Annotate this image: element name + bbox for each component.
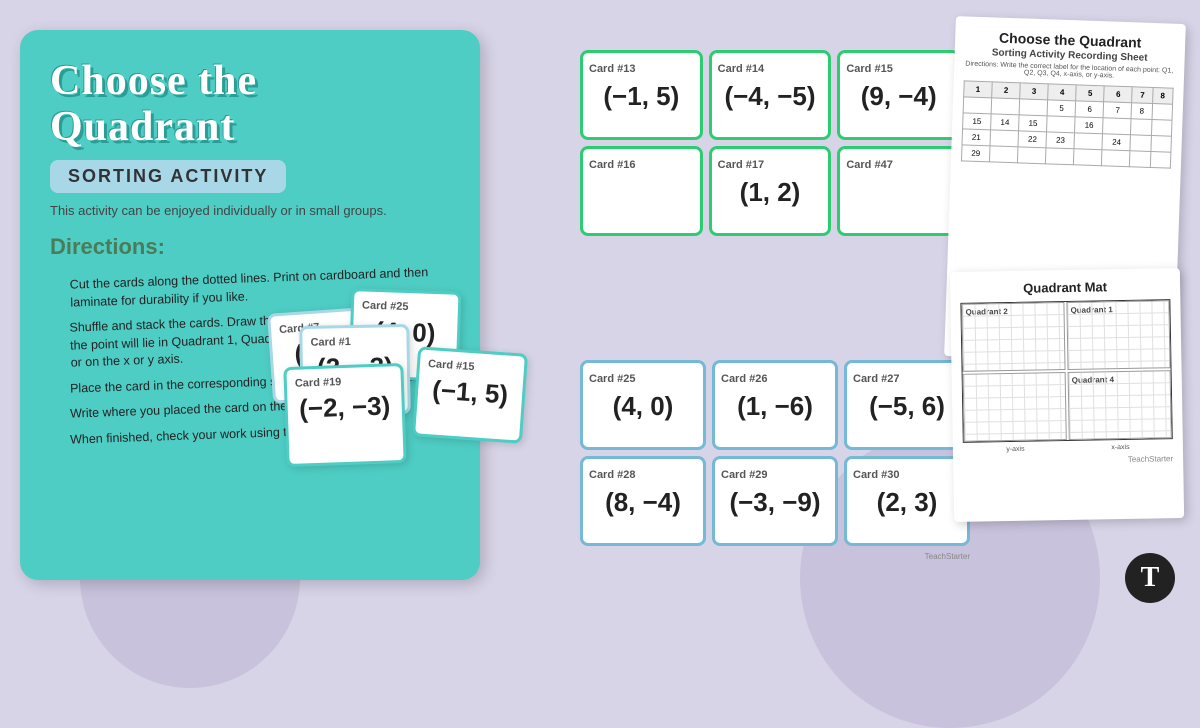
blue-cards-brand: TeachStarter — [580, 552, 970, 561]
qm-brand: TeachStarter — [963, 454, 1173, 467]
sort-card-15-value: (−1, 5) — [425, 374, 515, 411]
green-card-16-label: Card #16 — [589, 159, 635, 171]
sort-card-15-label: Card #15 — [428, 358, 475, 373]
qm-label-1: Quadrant 1 — [1070, 305, 1112, 315]
green-cards-area: Card #13 (−1, 5) Card #14 (−4, −5) Card … — [580, 50, 960, 242]
qm-quadrant-4: Quadrant 4 — [1068, 370, 1172, 440]
rs-col-7: 7 — [1132, 87, 1153, 104]
blue-card-30-value: (2, 3) — [877, 487, 938, 518]
teach-starter-logo: T — [1125, 553, 1175, 603]
rs-col-6: 6 — [1104, 86, 1133, 103]
sorting-badge-text: SORTING ACTIVITY — [68, 166, 268, 186]
green-card-47-label: Card #47 — [846, 159, 892, 171]
blue-cards-area: Card #25 (4, 0) Card #26 (1, −6) Card #2… — [580, 360, 970, 561]
green-card-15-value: (9, −4) — [861, 81, 937, 112]
sort-card-19-value: (−2, −3) — [295, 390, 394, 424]
blue-card-26-value: (1, −6) — [737, 391, 813, 422]
qm-label-4: Quadrant 4 — [1072, 375, 1114, 385]
blue-card-27-label: Card #27 — [853, 373, 899, 385]
qm-yaxis-label: y-axis — [1006, 446, 1024, 453]
green-card-row-1: Card #13 (−1, 5) Card #14 (−4, −5) Card … — [580, 50, 960, 140]
green-card-47: Card #47 — [837, 146, 960, 236]
blue-card-28-label: Card #28 — [589, 469, 635, 481]
green-card-17: Card #17 (1, 2) — [709, 146, 832, 236]
green-card-17-label: Card #17 — [718, 159, 764, 171]
qm-quadrant-3 — [963, 372, 1067, 442]
directions-title: Directions: — [50, 234, 450, 260]
green-card-row-2: Card #16 Card #17 (1, 2) Card #47 — [580, 146, 960, 236]
rs-col-8: 8 — [1152, 88, 1173, 105]
qm-quadrant-1: Quadrant 1 — [1066, 300, 1170, 370]
qm-label-2: Quadrant 2 — [965, 307, 1007, 317]
blue-card-29: Card #29 (−3, −9) — [712, 456, 838, 546]
green-card-14-value: (−4, −5) — [724, 81, 815, 112]
blue-card-25: Card #25 (4, 0) — [580, 360, 706, 450]
logo-symbol: T — [1141, 562, 1160, 594]
blue-card-29-value: (−3, −9) — [729, 487, 820, 518]
sort-card-25-label: Card #25 — [362, 299, 409, 313]
blue-card-28: Card #28 (8, −4) — [580, 456, 706, 546]
green-card-13-label: Card #13 — [589, 63, 635, 75]
green-card-17-value: (1, 2) — [740, 177, 801, 208]
quadrant-mat: Quadrant Mat Quadrant 2 Quadrant 1 Quadr… — [950, 268, 1184, 522]
qm-quadrant-2: Quadrant 2 — [961, 302, 1065, 372]
sorting-badge: SORTING ACTIVITY — [50, 160, 286, 193]
sorting-cards-area: Card #7 (4, 1) Card #25 (4, 0) Card #1 (… — [270, 270, 530, 490]
sort-card-15: Card #15 (−1, 5) — [412, 346, 528, 443]
blue-card-26-label: Card #26 — [721, 373, 767, 385]
blue-card-25-value: (4, 0) — [613, 391, 674, 422]
qm-xaxis-label: x-axis — [1111, 444, 1129, 451]
blue-card-26: Card #26 (1, −6) — [712, 360, 838, 450]
blue-card-25-label: Card #25 — [589, 373, 635, 385]
green-card-15: Card #15 (9, −4) — [837, 50, 960, 140]
blue-card-29-label: Card #29 — [721, 469, 767, 481]
blue-card-30-label: Card #30 — [853, 469, 899, 481]
sort-card-19: Card #19 (−2, −3) — [283, 363, 406, 467]
green-card-13: Card #13 (−1, 5) — [580, 50, 703, 140]
blue-card-27-value: (−5, 6) — [869, 391, 945, 422]
qm-grid: Quadrant 2 Quadrant 1 Quadrant 4 — [960, 299, 1172, 443]
blue-card-row-2: Card #28 (8, −4) Card #29 (−3, −9) Card … — [580, 456, 970, 546]
green-card-16: Card #16 — [580, 146, 703, 236]
qm-axes: y-axis x-axis — [963, 443, 1173, 454]
sort-card-1-label: Card #1 — [310, 336, 351, 349]
qm-title: Quadrant Mat — [960, 278, 1170, 297]
sort-card-19-label: Card #19 — [295, 376, 342, 390]
blue-card-30: Card #30 (2, 3) — [844, 456, 970, 546]
blue-card-row-1: Card #25 (4, 0) Card #26 (1, −6) Card #2… — [580, 360, 970, 450]
rs-col-1: 1 — [964, 81, 993, 98]
green-card-14: Card #14 (−4, −5) — [709, 50, 832, 140]
rs-col-2: 2 — [992, 82, 1021, 99]
rs-col-3: 3 — [1020, 83, 1049, 100]
rs-col-5: 5 — [1076, 85, 1105, 102]
card-title: Choose the Quadrant — [50, 58, 450, 150]
rs-col-4: 4 — [1048, 84, 1077, 101]
green-card-14-label: Card #14 — [718, 63, 764, 75]
blue-card-28-value: (8, −4) — [605, 487, 681, 518]
rs-table: 1 2 3 4 5 6 7 8 5 6 7 8 15 — [961, 80, 1174, 168]
green-card-15-label: Card #15 — [846, 63, 892, 75]
green-card-13-value: (−1, 5) — [603, 81, 679, 112]
card-subtitle: This activity can be enjoyed individuall… — [50, 203, 450, 218]
